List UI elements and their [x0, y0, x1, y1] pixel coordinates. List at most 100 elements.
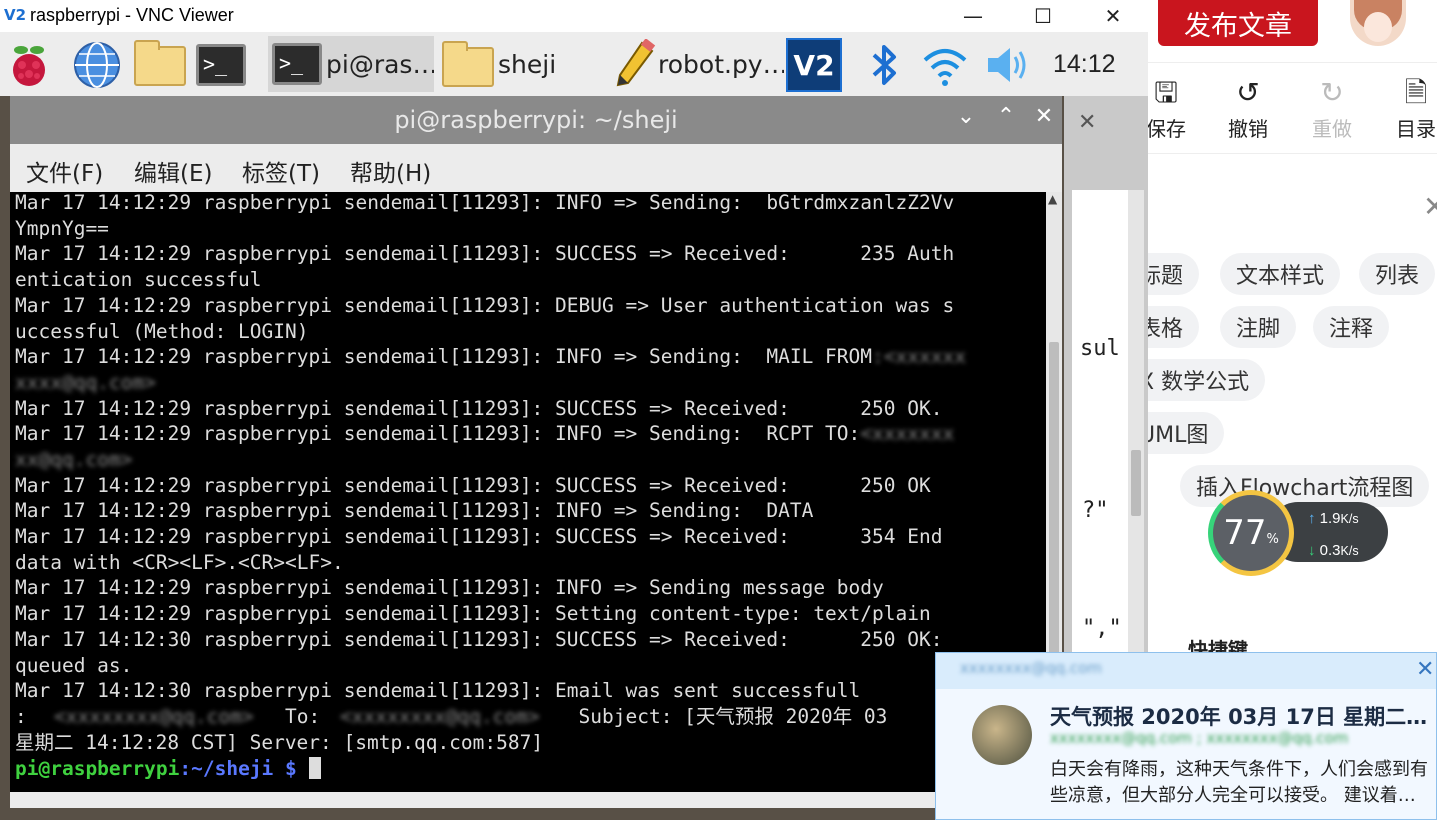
- usage-unit: %: [1266, 531, 1279, 547]
- upload-speed: ↑ 1.9K/s: [1308, 510, 1359, 527]
- outline-button[interactable]: 🗎 目录: [1381, 73, 1437, 142]
- background-text-fragment: sul: [1080, 336, 1120, 361]
- minimize-icon: —: [963, 4, 983, 28]
- terminal-icon: >_: [272, 43, 322, 85]
- terminal-output[interactable]: Mar 17 14:12:29 raspberrypi sendemail[11…: [10, 192, 1046, 792]
- terminal-minimize-icon[interactable]: ⌄: [952, 104, 980, 134]
- memory-usage-gauge: 77%: [1208, 490, 1294, 576]
- redo-label: 重做: [1312, 117, 1352, 141]
- terminal-line: Mar 17 14:12:29 raspberrypi sendemail[11…: [15, 242, 955, 265]
- terminal-line: Mar 17 14:12:30 raspberrypi sendemail[11…: [15, 679, 861, 702]
- close-icon[interactable]: ✕: [1416, 657, 1434, 682]
- scroll-up-icon[interactable]: ▲: [1048, 192, 1057, 206]
- background-text-fragment: ?": [1082, 498, 1109, 523]
- terminal-line: data with <CR><LF>.<CR><LF>.: [15, 551, 344, 574]
- upload-value: 1.9: [1319, 510, 1341, 527]
- publish-article-button[interactable]: 发布文章: [1158, 0, 1318, 46]
- notification-body: 白天会有降雨，这种天气条件下，人们会感到有些凉意，但大部分人完全可以接受。 建议…: [1050, 759, 1428, 806]
- redacted-sender: xxxxxxxx@qq.com: [960, 659, 1102, 677]
- prompt-path: :~/sheji $: [179, 757, 309, 780]
- terminal-line-text: Mar 17 14:12:29 raspberrypi sendemail[11…: [15, 422, 861, 445]
- taskbar-clock[interactable]: 14:12: [1053, 50, 1116, 79]
- task-folder[interactable]: sheji: [438, 36, 608, 92]
- upload-unit: K/s: [1340, 512, 1359, 526]
- upload-arrow-icon: ↑: [1308, 510, 1316, 527]
- notification-title: 天气预报 2020年 03月 17日 星期二…: [1050, 705, 1428, 729]
- terminal-line: Mar 17 14:12:29 raspberrypi sendemail[11…: [15, 422, 955, 445]
- terminal-line: Mar 17 14:12:29 raspberrypi sendemail[11…: [15, 576, 884, 599]
- prompt-user: pi@raspberrypi: [15, 757, 180, 780]
- redacted-email: xx@qq.com>: [15, 448, 133, 471]
- menu-help[interactable]: 帮助(H): [350, 154, 431, 188]
- chip-list[interactable]: 列表: [1359, 253, 1436, 295]
- close-icon: ✕: [1104, 4, 1122, 28]
- redo-button[interactable]: ↻ 重做: [1297, 73, 1367, 142]
- vnc-titlebar: V2 raspberrypi - VNC Viewer — ☐ ✕: [0, 0, 1148, 32]
- redacted-email: <xxxxxxxx@qq.com>: [340, 705, 540, 728]
- minimize-button[interactable]: —: [938, 0, 1008, 32]
- user-avatar[interactable]: [1350, 0, 1406, 46]
- background-text-fragment: ",": [1082, 616, 1122, 641]
- usage-percent: 77: [1223, 513, 1267, 553]
- terminal-window: pi@raspberrypi: ~/sheji ⌄ ⌃ ✕ 文件(F) 编辑(E…: [10, 96, 1062, 808]
- notification-header: xxxxxxxx@qq.com ✕: [936, 653, 1436, 689]
- redacted-email: xxxx@qq.com>: [15, 371, 156, 394]
- redo-icon: ↻: [1320, 76, 1344, 109]
- download-speed: ↓ 0.3K/s: [1308, 542, 1359, 559]
- raspberry-taskbar: >_ >_ pi@ras… sheji robot.py… V2 14:12: [0, 32, 1148, 96]
- terminal-line: Mar 17 14:12:30 raspberrypi sendemail[11…: [15, 628, 943, 651]
- vnc-logo-icon: V2: [4, 6, 27, 24]
- editor-toolbar: 🖫 保存 ↺ 撤销 ↻ 重做 🗎 目录: [1145, 62, 1437, 154]
- terminal-line: 星期二 14:12:28 CST] Server: [smtp.qq.com:5…: [15, 731, 544, 754]
- pencil-icon: [616, 39, 656, 87]
- terminal-titlebar[interactable]: pi@raspberrypi: ~/sheji ⌄ ⌃ ✕: [10, 96, 1062, 144]
- undo-label: 撤销: [1228, 117, 1268, 141]
- download-value: 0.3: [1319, 542, 1341, 559]
- redacted-recipients: xxxxxxxx@qq.com ; xxxxxxxx@qq.com: [1050, 729, 1349, 747]
- terminal-line: Mar 17 14:12:29 raspberrypi sendemail[11…: [15, 602, 931, 625]
- task-editor[interactable]: robot.py…: [612, 36, 784, 92]
- undo-button[interactable]: ↺ 撤销: [1213, 73, 1283, 142]
- terminal-close-icon[interactable]: ✕: [1030, 104, 1058, 134]
- download-unit: K/s: [1340, 544, 1359, 558]
- wifi-icon[interactable]: [920, 40, 970, 90]
- vnc-window-title: raspberrypi - VNC Viewer: [30, 5, 234, 25]
- terminal-line: Mar 17 14:12:29 raspberrypi sendemail[11…: [15, 499, 814, 522]
- menu-edit[interactable]: 编辑(E): [134, 154, 212, 188]
- menu-file[interactable]: 文件(F): [26, 154, 103, 188]
- undo-icon: ↺: [1236, 76, 1260, 109]
- email-notification[interactable]: xxxxxxxx@qq.com ✕ 天气预报 2020年 03月 17日 星期二…: [935, 652, 1437, 820]
- network-speed-widget[interactable]: 77% ↑ 1.9K/s ↓ 0.3K/s: [1208, 490, 1388, 578]
- notification-thumbnail: [972, 705, 1032, 765]
- chip-annotation[interactable]: 注释: [1313, 306, 1390, 348]
- terminal-launcher-icon[interactable]: >_: [196, 44, 246, 94]
- file-manager-icon[interactable]: [134, 40, 186, 96]
- menu-tabs[interactable]: 标签(T): [242, 154, 320, 188]
- terminal-line: YmpnYg==: [15, 217, 109, 240]
- terminal-line: entication successful: [15, 268, 262, 291]
- task-terminal[interactable]: >_ pi@ras…: [268, 36, 434, 92]
- web-browser-icon[interactable]: [72, 40, 122, 90]
- bluetooth-icon[interactable]: [860, 40, 910, 90]
- vnc-server-tray-icon[interactable]: V2: [786, 38, 842, 92]
- folder-icon: [442, 41, 494, 87]
- terminal-prompt[interactable]: pi@raspberrypi:~/sheji $: [15, 756, 321, 782]
- volume-icon[interactable]: [982, 40, 1032, 90]
- outline-icon: 🗎: [1404, 76, 1428, 109]
- close-button[interactable]: ✕: [1078, 0, 1148, 32]
- maximize-button[interactable]: ☐: [1008, 0, 1078, 32]
- close-icon[interactable]: ✕: [1423, 190, 1437, 223]
- background-close-icon[interactable]: ✕: [1078, 110, 1096, 135]
- chip-text-style[interactable]: 文本样式: [1220, 253, 1341, 295]
- terminal-line: Mar 17 14:12:29 raspberrypi sendemail[11…: [15, 192, 955, 214]
- terminal-menubar: 文件(F) 编辑(E) 标签(T) 帮助(H): [10, 144, 1062, 192]
- task-terminal-label: pi@ras…: [326, 49, 434, 79]
- chip-footnote[interactable]: 注脚: [1220, 306, 1297, 348]
- task-folder-label: sheji: [498, 49, 557, 79]
- text-cursor: [308, 757, 321, 779]
- terminal-line-text: Mar 17 14:12:29 raspberrypi sendemail[11…: [15, 345, 873, 368]
- outline-label: 目录: [1396, 117, 1436, 141]
- terminal-maximize-icon[interactable]: ⌃: [992, 104, 1020, 134]
- task-editor-label: robot.py…: [658, 49, 784, 79]
- raspberry-menu-icon[interactable]: [4, 40, 54, 90]
